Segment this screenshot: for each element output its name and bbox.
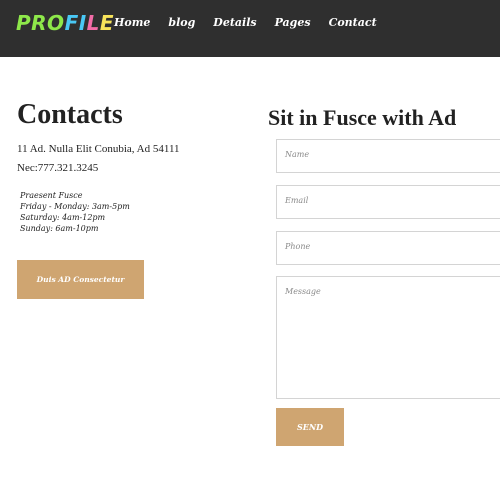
phone-text: Nec:777.321.3245 xyxy=(17,162,99,174)
hours-line: Sunday: 6am-10pm xyxy=(20,224,99,233)
send-button[interactable]: SEND xyxy=(276,408,344,446)
phone-placeholder: Phone xyxy=(285,242,311,251)
name-input[interactable]: Name xyxy=(276,139,500,173)
message-textarea[interactable]: Message xyxy=(276,276,500,399)
consultation-button[interactable]: Duis AD Consectetur xyxy=(17,260,144,299)
email-placeholder: Email xyxy=(285,196,309,205)
logo-letters-fi: FI xyxy=(64,11,87,35)
contacts-heading: Contacts xyxy=(17,99,123,130)
message-placeholder: Message xyxy=(285,287,321,296)
main-nav: Home blog Details Pages Contact xyxy=(114,14,395,32)
address-text: 11 Ad. Nulla Elit Conubia, Ad 54111 xyxy=(17,143,180,155)
phone-input[interactable]: Phone xyxy=(276,231,500,265)
logo-letters-pro: PRO xyxy=(16,11,65,35)
logo-letter-l: L xyxy=(86,11,100,35)
nav-pages-link[interactable]: Pages xyxy=(275,14,311,32)
contact-form-heading: Sit in Fusce with Ad xyxy=(268,105,457,130)
nav-contact-link[interactable]: Contact xyxy=(329,14,377,32)
hours-heading: Praesent Fusce xyxy=(20,191,83,200)
opening-hours: Praesent Fusce Friday - Monday: 3am-5pm … xyxy=(20,190,130,234)
email-input[interactable]: Email xyxy=(276,185,500,219)
hours-line: Saturday: 4am-12pm xyxy=(20,213,106,222)
top-navigation-bar: PROFILE Home blog Details Pages Contact xyxy=(0,0,500,57)
nav-home-link[interactable]: Home xyxy=(114,14,150,32)
nav-details-link[interactable]: Details xyxy=(213,14,256,32)
site-logo[interactable]: PROFILE xyxy=(16,9,114,37)
nav-blog-link[interactable]: blog xyxy=(168,14,195,32)
logo-letter-e: E xyxy=(99,11,115,35)
name-placeholder: Name xyxy=(285,150,310,159)
hours-line: Friday - Monday: 3am-5pm xyxy=(20,202,130,211)
